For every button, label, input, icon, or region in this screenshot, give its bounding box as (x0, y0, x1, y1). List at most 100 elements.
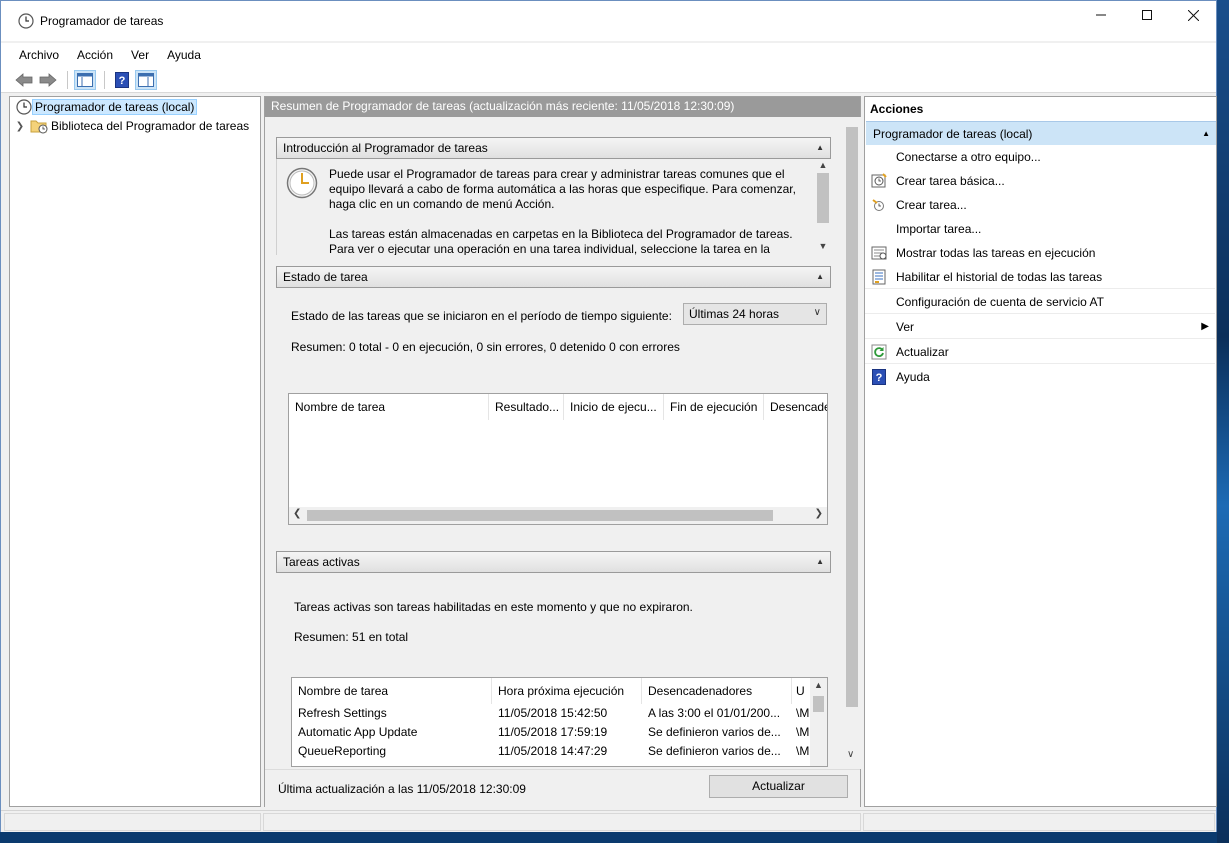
status-period-value: Últimas 24 horas (689, 307, 780, 321)
vertical-scrollbar[interactable]: ▲ (810, 678, 827, 766)
column-header[interactable]: Desencade (764, 394, 827, 420)
task-status-section: Estado de tarea ▲ Estado de las tareas q… (276, 266, 831, 562)
collapse-icon[interactable]: ▲ (816, 557, 824, 566)
create-basic-task-icon (871, 173, 887, 189)
tree-item-library[interactable]: ❯ Biblioteca del Programador de tareas (14, 117, 252, 135)
action-label: Mostrar todas las tareas en ejecución (896, 246, 1096, 260)
action-label: Ver (896, 319, 915, 334)
tree-item-root[interactable]: Programador de tareas (local) (14, 98, 198, 116)
column-header[interactable]: U (792, 678, 812, 704)
action-label: Ayuda (896, 370, 930, 384)
action-label: Crear tarea... (896, 198, 967, 212)
action-refresh[interactable]: Actualizar (865, 340, 1215, 364)
action-help[interactable]: ? Ayuda (865, 365, 1215, 389)
title-bar[interactable]: Programador de tareas (1, 1, 1216, 41)
intro-section: Introducción al Programador de tareas ▲ … (276, 137, 831, 255)
table-cell: QueueReporting (298, 744, 387, 758)
intro-body: Puede usar el Programador de tareas para… (276, 159, 831, 255)
table-row[interactable]: Automatic App Update 11/05/2018 17:59:19… (292, 723, 812, 742)
scroll-down-icon[interactable]: ∨ (847, 749, 854, 760)
chevron-down-icon: ∨ (813, 307, 821, 318)
actions-group-header[interactable]: Programador de tareas (local) ▲ (866, 121, 1216, 145)
table-cell: \M (796, 744, 810, 758)
actions-title: Acciones (870, 102, 924, 116)
summary-scrollbar[interactable]: ∨ (843, 117, 861, 769)
forward-button[interactable] (37, 70, 59, 90)
column-header[interactable]: Hora próxima ejecución (492, 678, 642, 704)
scroll-up-icon[interactable]: ▲ (810, 680, 827, 690)
menu-accion[interactable]: Acción (71, 48, 119, 62)
column-header[interactable]: Desencadenadores (642, 678, 792, 704)
expand-icon[interactable]: ❯ (14, 121, 26, 132)
scroll-thumb[interactable] (813, 696, 824, 712)
task-status-section-header[interactable]: Estado de tarea ▲ (276, 266, 831, 288)
back-button[interactable] (13, 70, 35, 90)
menu-ayuda[interactable]: Ayuda (161, 48, 207, 62)
help-button[interactable]: ? (111, 70, 133, 90)
action-show-running[interactable]: Mostrar todas las tareas en ejecución (865, 241, 1215, 265)
collapse-icon[interactable]: ▲ (1202, 129, 1210, 138)
action-import-task[interactable]: Importar tarea... (865, 217, 1215, 241)
action-enable-history[interactable]: Habilitar el historial de todas las tare… (865, 265, 1215, 289)
scroll-thumb[interactable] (307, 510, 773, 521)
scroll-thumb[interactable] (817, 173, 829, 223)
console-tree-icon (77, 72, 93, 87)
column-header[interactable]: Resultado... (489, 394, 564, 420)
horizontal-scrollbar[interactable]: ❮ ❯ (289, 507, 827, 524)
action-create-basic-task[interactable]: Crear tarea básica... (865, 169, 1215, 193)
table-row[interactable]: Refresh Settings 11/05/2018 15:42:50 A l… (292, 704, 812, 723)
scroll-down-icon[interactable]: ▼ (815, 241, 831, 251)
action-at-service-account[interactable]: Configuración de cuenta de servicio AT (865, 290, 1215, 314)
action-connect[interactable]: Conectarse a otro equipo... (865, 145, 1215, 169)
scroll-left-icon[interactable]: ❮ (293, 508, 301, 519)
active-tasks-grid-header: Nombre de tarea Hora próxima ejecución D… (292, 678, 812, 704)
scroll-up-icon[interactable]: ▲ (815, 160, 831, 170)
collapse-icon[interactable]: ▲ (816, 272, 824, 281)
actions-pane: Acciones Programador de tareas (local) ▲… (864, 96, 1217, 807)
app-window: Programador de tareas Archivo Acción Ver… (0, 0, 1217, 832)
back-arrow-icon (15, 72, 33, 87)
intro-scrollbar[interactable]: ▲ ▼ (815, 159, 831, 255)
toolbar-separator (104, 70, 105, 89)
menu-bar: Archivo Acción Ver Ayuda (1, 43, 1216, 67)
scroll-thumb[interactable] (846, 127, 858, 707)
show-console-tree-button[interactable] (74, 69, 96, 90)
status-segment (863, 813, 1215, 831)
action-create-task[interactable]: Crear tarea... (865, 193, 1215, 217)
create-task-icon (871, 197, 887, 213)
intro-title: Introducción al Programador de tareas (283, 141, 488, 155)
menu-archivo[interactable]: Archivo (13, 48, 65, 62)
refresh-icon (871, 344, 887, 360)
folder-clock-icon (30, 120, 48, 134)
action-label: Habilitar el historial de todas las tare… (896, 269, 1103, 284)
help-icon: ? (115, 71, 129, 88)
active-tasks-title: Tareas activas (283, 555, 360, 569)
column-header[interactable]: Nombre de tarea (289, 394, 489, 420)
close-button[interactable] (1170, 1, 1216, 29)
table-cell: 11/05/2018 14:47:29 (498, 744, 608, 758)
column-header[interactable]: Fin de ejecución (664, 394, 764, 420)
action-label: Importar tarea... (896, 222, 982, 236)
console-tree: Programador de tareas (local) ❯ Bibliote… (9, 96, 261, 807)
active-tasks-section-header[interactable]: Tareas activas ▲ (276, 551, 831, 573)
tree-label-root: Programador de tareas (local) (32, 99, 198, 115)
minimize-button[interactable] (1078, 1, 1124, 29)
intro-paragraph-2: Las tareas están almacenadas en carpetas… (329, 227, 793, 255)
status-period-select[interactable]: Últimas 24 horas ∨ (683, 303, 827, 325)
maximize-button[interactable] (1124, 1, 1170, 29)
action-label: Conectarse a otro equipo... (896, 150, 1041, 164)
table-row[interactable]: QueueReporting 11/05/2018 14:47:29 Se de… (292, 742, 812, 761)
refresh-button[interactable]: Actualizar (709, 775, 848, 798)
intro-section-header[interactable]: Introducción al Programador de tareas ▲ (276, 137, 831, 159)
action-pane-icon (138, 72, 154, 87)
menu-ver[interactable]: Ver (125, 48, 155, 62)
scroll-right-icon[interactable]: ❯ (815, 508, 823, 519)
action-view[interactable]: Ver ▶ (865, 315, 1215, 339)
summary-pane: Resumen de Programador de tareas (actual… (264, 96, 861, 807)
intro-text: Puede usar el Programador de tareas para… (329, 167, 809, 255)
collapse-icon[interactable]: ▲ (816, 143, 824, 152)
column-header[interactable]: Nombre de tarea (292, 678, 492, 704)
svg-text:?: ? (119, 75, 126, 87)
column-header[interactable]: Inicio de ejecu... (564, 394, 664, 420)
show-action-pane-button[interactable] (135, 69, 157, 90)
